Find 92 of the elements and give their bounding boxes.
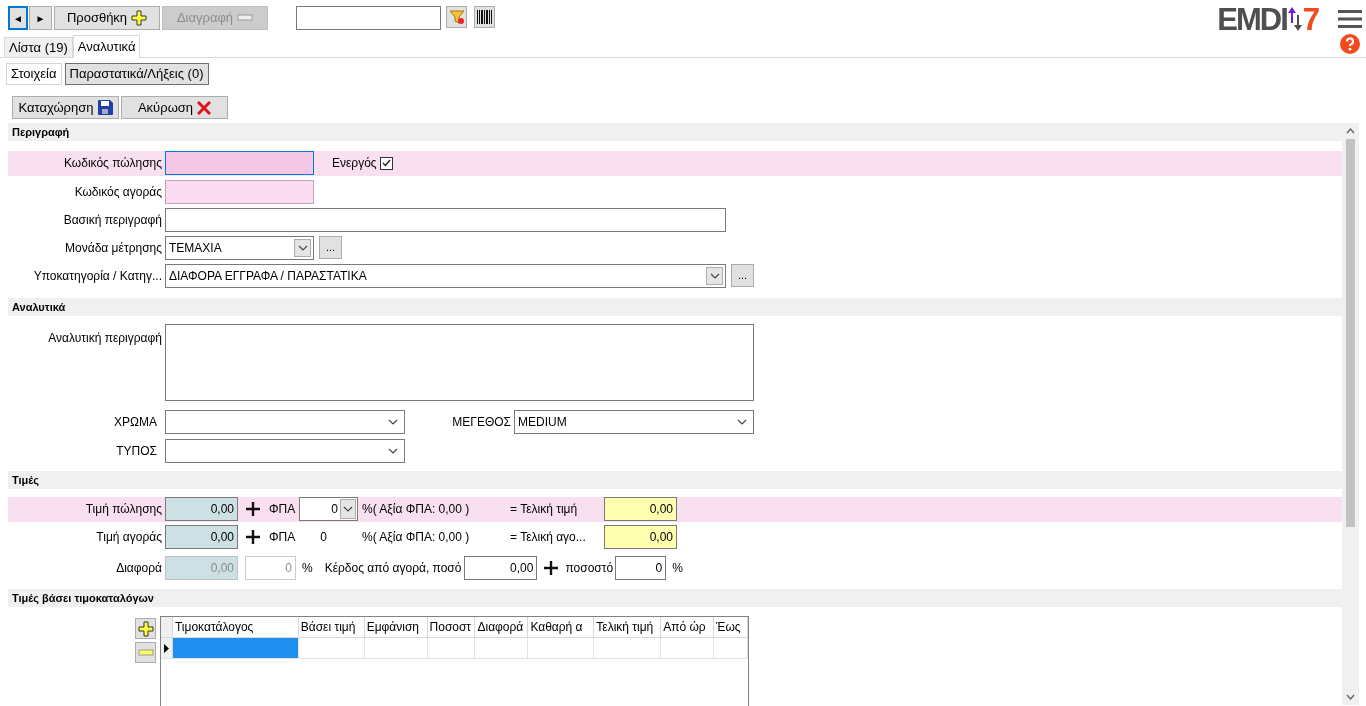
column-header[interactable]: Καθαρή α bbox=[528, 617, 595, 638]
text-area[interactable] bbox=[165, 324, 754, 401]
arrows-icon bbox=[1287, 7, 1302, 31]
field-label: ΧΡΩΜΑ bbox=[114, 414, 157, 431]
input-field[interactable]: 0,00 bbox=[604, 497, 677, 522]
input-field[interactable]: 0,00 bbox=[604, 525, 677, 550]
percent-sign: % bbox=[672, 560, 683, 577]
dropdown[interactable] bbox=[165, 439, 405, 463]
column-header[interactable]: Διαφορά bbox=[475, 617, 529, 638]
barcode-button[interactable] bbox=[474, 6, 495, 28]
dropdown[interactable]: ΔΙΑΦΟΡΑ ΕΓΓΡΑΦΑ / ΠΑΡΑΣΤΑΤΙΚΑ bbox=[165, 264, 726, 288]
field-label: ΦΠΑ bbox=[269, 501, 297, 519]
row-header[interactable] bbox=[161, 638, 173, 658]
column-header[interactable]: Τελική τιμή bbox=[594, 617, 662, 638]
field-label: Διαφορά bbox=[116, 560, 162, 577]
plus-icon bbox=[246, 502, 260, 517]
column-header[interactable]: Βάσει τιμή bbox=[298, 617, 365, 638]
chevron-down-icon bbox=[388, 448, 398, 454]
plus-icon bbox=[246, 530, 260, 545]
row-pointer-icon bbox=[164, 643, 169, 653]
search-field[interactable] bbox=[296, 6, 441, 30]
column-header[interactable]: Από ώρ bbox=[661, 617, 715, 638]
field-label: Τιμή πώλησης bbox=[85, 501, 162, 519]
field-label: Βασική περιγραφή bbox=[63, 212, 162, 229]
column-header[interactable]: Έως bbox=[714, 617, 748, 638]
percent-sign: % bbox=[302, 560, 313, 577]
minus-icon bbox=[237, 14, 254, 22]
filter-button[interactable] bbox=[446, 6, 467, 28]
previous-button[interactable]: ◄ bbox=[8, 6, 28, 30]
field-label: Κέρδος από αγορά, ποσό bbox=[324, 560, 462, 577]
field-label: Κωδικός αγοράς bbox=[74, 184, 162, 201]
toolbar-button[interactable]: Προσθήκη bbox=[54, 6, 160, 30]
action-button[interactable]: Ακύρωση bbox=[121, 96, 228, 119]
section-header: Περιγραφή bbox=[8, 123, 1342, 141]
field-label: Ενεργός bbox=[332, 155, 377, 173]
field-label: = Τελική τιμή bbox=[510, 501, 579, 519]
chevron-down-icon bbox=[709, 273, 720, 279]
tab[interactable]: Λίστα (19) bbox=[4, 37, 73, 57]
save-icon bbox=[97, 100, 113, 115]
barcode-icon bbox=[477, 10, 492, 24]
menu-icon[interactable] bbox=[1338, 9, 1362, 29]
add-row-button[interactable] bbox=[135, 618, 156, 639]
input-field[interactable] bbox=[165, 151, 314, 176]
input-field[interactable] bbox=[165, 180, 314, 204]
dropdown[interactable]: ΤΕΜΑΧΙΑ bbox=[165, 236, 314, 260]
plus-icon bbox=[544, 561, 559, 575]
more-button[interactable]: ... bbox=[319, 236, 342, 260]
input-field[interactable]: 0,00 bbox=[165, 497, 238, 522]
section-header: Αναλυτικά bbox=[8, 298, 1342, 316]
field-label: Μονάδα μέτρησης bbox=[65, 240, 162, 257]
column-header[interactable]: Εμφάνιση bbox=[364, 617, 428, 638]
dropdown[interactable] bbox=[165, 410, 405, 434]
filter-icon bbox=[448, 9, 465, 25]
scrollbar[interactable] bbox=[1342, 123, 1359, 705]
checkbox[interactable] bbox=[379, 157, 393, 170]
field-label: Υποκατηγορία / Κατηγ... bbox=[33, 268, 162, 285]
close-icon bbox=[197, 100, 212, 115]
plus-icon bbox=[131, 10, 148, 26]
chevron-down-icon bbox=[343, 506, 353, 513]
chevron-down-icon bbox=[388, 419, 398, 425]
vat-amount: %( Αξία ΦΠΑ: 0,00 ) bbox=[362, 501, 471, 519]
section-header: Τιμές βάσει τιμοκαταλόγων bbox=[8, 589, 1342, 607]
minus-icon bbox=[137, 648, 154, 657]
field-label: ΤΥΠΟΣ bbox=[116, 443, 157, 460]
table-cell[interactable] bbox=[173, 638, 299, 658]
tab[interactable]: Αναλυτικά bbox=[72, 35, 141, 58]
next-button[interactable]: ► bbox=[29, 6, 52, 30]
plus-icon bbox=[137, 620, 154, 637]
chevron-down-icon bbox=[737, 419, 747, 425]
field-label: = Τελική αγο... bbox=[510, 529, 587, 547]
help-icon[interactable] bbox=[1340, 34, 1360, 54]
field-label: ΜΕΓΕΘΟΣ bbox=[452, 414, 511, 431]
column-header[interactable]: Ποσοστ bbox=[427, 617, 476, 638]
section-header: Τιμές bbox=[8, 471, 1342, 489]
field-label: ΦΠΑ bbox=[269, 529, 297, 547]
field-label: Τιμή αγοράς bbox=[96, 529, 162, 547]
input-field[interactable] bbox=[165, 208, 726, 232]
field-label: Κωδικός πώλησης bbox=[64, 155, 162, 173]
more-button[interactable]: ... bbox=[731, 264, 754, 288]
dropdown[interactable]: 0 bbox=[299, 497, 358, 522]
chevron-down-icon bbox=[297, 245, 308, 251]
input-field[interactable]: 0,00 bbox=[165, 525, 238, 550]
field-label: Αναλυτική περιγραφή bbox=[48, 330, 162, 347]
check-icon bbox=[381, 159, 391, 168]
logo: EMDI 7 bbox=[1217, 4, 1318, 34]
action-button[interactable]: Καταχώρηση bbox=[12, 96, 119, 119]
field-label: ποσοστό bbox=[565, 560, 614, 577]
dropdown[interactable]: MEDIUM bbox=[514, 410, 754, 434]
tab[interactable]: Παραστατικά/Λήξεις (0) bbox=[64, 63, 209, 85]
vat-amount: %( Αξία ΦΠΑ: 0,00 ) bbox=[362, 529, 471, 547]
vat-value: 0 bbox=[320, 529, 327, 547]
tab[interactable]: Στοιχεία bbox=[6, 63, 62, 85]
